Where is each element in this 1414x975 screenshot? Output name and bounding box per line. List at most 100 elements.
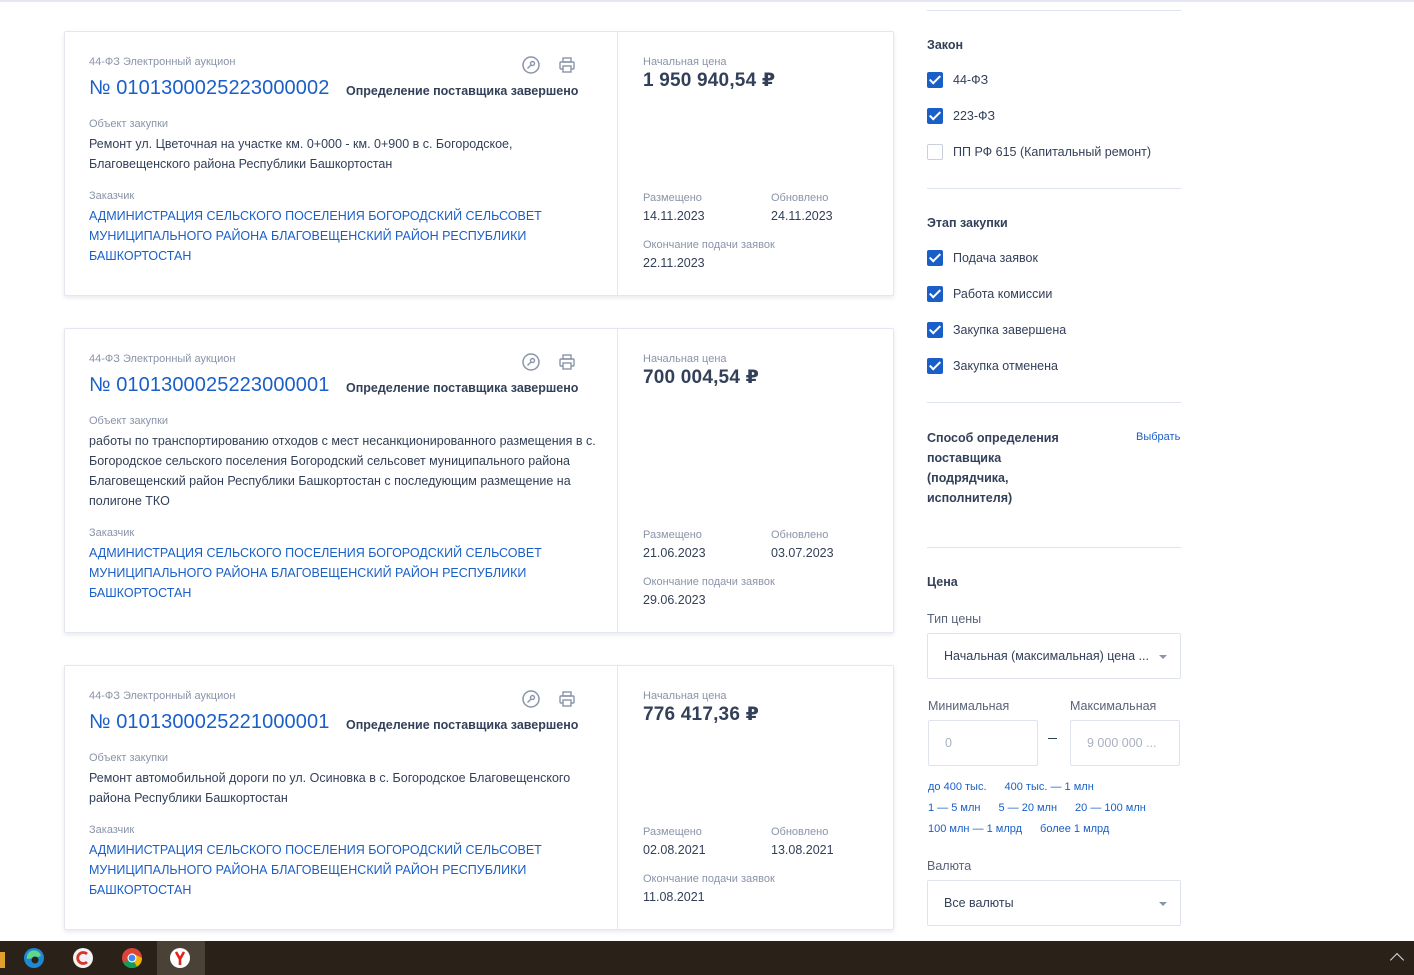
- checkbox-label: 44-ФЗ: [953, 73, 989, 87]
- updated-label: Обновлено: [771, 192, 829, 204]
- checkbox-label: Закупка отменена: [953, 359, 1058, 373]
- checkbox-checked[interactable]: [927, 250, 943, 266]
- price-chip[interactable]: 20 — 100 млн: [1075, 802, 1146, 814]
- select-value: Начальная (максимальная) цена ...: [944, 649, 1149, 663]
- min-price-input[interactable]: 0: [928, 720, 1038, 766]
- checkbox-label: ПП РФ 615 (Капитальный ремонт): [953, 145, 1152, 159]
- top-divider: [0, 0, 1414, 2]
- object-text: работы по транспортированию отходов с ме…: [89, 434, 596, 508]
- print-icon[interactable]: [558, 353, 576, 371]
- end-date: 22.11.2023: [643, 256, 705, 270]
- method-filter-title: Способ определения поставщика (подрядчик…: [927, 431, 1059, 505]
- checkbox-label: Закупка завершена: [953, 323, 1067, 337]
- card-aside: Начальная цена 1 950 940,54 ₽ Размещено 1…: [618, 32, 893, 295]
- object-label: Объект закупки: [89, 415, 169, 427]
- checkbox-checked[interactable]: [927, 286, 943, 302]
- price-chip[interactable]: до 400 тыс.: [928, 781, 987, 793]
- max-price-input[interactable]: 9 000 000 ...: [1070, 720, 1180, 766]
- price-chips-row: 1 — 5 млн 5 — 20 млн 20 — 100 млн: [928, 802, 1164, 814]
- object-label: Объект закупки: [89, 752, 169, 764]
- price-label: Начальная цена: [643, 690, 727, 702]
- currency-select[interactable]: Все валюты: [927, 880, 1181, 926]
- stage-checkbox-commission[interactable]: Работа комиссии: [927, 286, 1052, 302]
- stage-checkbox-applications[interactable]: Подача заявок: [927, 250, 1038, 266]
- print-icon[interactable]: [558, 56, 576, 74]
- price-chip[interactable]: 400 тыс. — 1 млн: [1005, 781, 1094, 793]
- updated-label: Обновлено: [771, 529, 829, 541]
- checkbox-checked[interactable]: [927, 322, 943, 338]
- price-chip[interactable]: 5 — 20 млн: [998, 802, 1057, 814]
- updated-date: 03.07.2023: [771, 546, 834, 560]
- end-label: Окончание подачи заявок: [643, 873, 775, 885]
- price-value: 776 417,36 ₽: [643, 704, 759, 725]
- customer-link[interactable]: АДМИНИСТРАЦИЯ СЕЛЬСКОГО ПОСЕЛЕНИЯ БОГОРО…: [89, 543, 559, 603]
- object-text: Ремонт ул. Цветочная на участке км. 0+00…: [89, 137, 513, 171]
- price-chip[interactable]: 1 — 5 млн: [928, 802, 980, 814]
- customer-link[interactable]: АДМИНИСТРАЦИЯ СЕЛЬСКОГО ПОСЕЛЕНИЯ БОГОРО…: [89, 840, 559, 900]
- checkbox-checked[interactable]: [927, 358, 943, 374]
- card-aside: Начальная цена 776 417,36 ₽ Размещено 02.…: [618, 666, 893, 929]
- price-value: 700 004,54 ₽: [643, 367, 759, 388]
- card-aside: Начальная цена 700 004,54 ₽ Размещено 21.…: [618, 329, 893, 632]
- placed-label: Размещено: [643, 826, 702, 838]
- edge-icon[interactable]: [23, 947, 45, 969]
- card-main: 44-ФЗ Электронный аукцион № 010130002522…: [65, 32, 618, 295]
- checkbox-unchecked[interactable]: [927, 144, 943, 160]
- method-choose-link[interactable]: Выбрать: [1136, 431, 1180, 443]
- price-chips-row: до 400 тыс. 400 тыс. — 1 млн: [928, 781, 1112, 793]
- price-type-label: Тип цены: [927, 612, 982, 626]
- object-text: Ремонт автомобильной дороги по ул. Осино…: [89, 771, 571, 805]
- price-label: Начальная цена: [643, 353, 727, 365]
- stage-checkbox-completed[interactable]: Закупка завершена: [927, 322, 1066, 338]
- checkbox-checked[interactable]: [927, 108, 943, 124]
- placed-label: Размещено: [643, 192, 702, 204]
- status-text: Определение поставщика завершено: [346, 84, 579, 98]
- os-taskbar: [0, 941, 1414, 975]
- range-dash: [1048, 738, 1057, 739]
- price-chip[interactable]: 100 млн — 1 млрд: [928, 823, 1022, 835]
- updated-date: 24.11.2023: [771, 209, 833, 223]
- chevron-down-icon: [1159, 655, 1167, 659]
- checkbox-checked[interactable]: [927, 72, 943, 88]
- checkbox-label: Работа комиссии: [953, 287, 1053, 301]
- yandex-browser-icon[interactable]: [169, 947, 191, 969]
- filter-divider: [927, 547, 1181, 548]
- purchase-card: 44-ФЗ Электронный аукцион № 010130002522…: [64, 31, 894, 296]
- price-value: 1 950 940,54 ₽: [643, 70, 776, 91]
- law-checkbox-44[interactable]: 44-ФЗ: [927, 72, 988, 88]
- card-actions: [522, 353, 576, 371]
- status-text: Определение поставщика завершено: [346, 381, 579, 395]
- stage-checkbox-cancelled[interactable]: Закупка отменена: [927, 358, 1058, 374]
- price-label: Начальная цена: [643, 56, 727, 68]
- chevron-down-icon: [1159, 902, 1167, 906]
- checkbox-label: Подача заявок: [953, 251, 1038, 265]
- filter-divider: [927, 10, 1181, 11]
- law-checkbox-223[interactable]: 223-ФЗ: [927, 108, 995, 124]
- dates-block: Размещено 14.11.2023 Обновлено 24.11.2023 …: [643, 192, 899, 270]
- chrome-icon[interactable]: [121, 947, 143, 969]
- filter-divider: [927, 402, 1181, 403]
- card-actions: [522, 690, 576, 708]
- card-main: 44-ФЗ Электронный аукцион № 010130002522…: [65, 329, 618, 632]
- customer-label: Заказчик: [89, 824, 135, 836]
- key-icon[interactable]: [522, 353, 540, 371]
- max-price-label: Максимальная: [1070, 699, 1157, 713]
- filter-divider: [927, 188, 1181, 189]
- customer-label: Заказчик: [89, 527, 135, 539]
- law-filter-title: Закон: [927, 38, 964, 52]
- price-chip[interactable]: более 1 млрд: [1040, 823, 1109, 835]
- price-filter-title: Цена: [927, 575, 958, 589]
- customer-link[interactable]: АДМИНИСТРАЦИЯ СЕЛЬСКОГО ПОСЕЛЕНИЯ БОГОРО…: [89, 206, 559, 266]
- updated-date: 13.08.2021: [771, 843, 834, 857]
- key-icon[interactable]: [522, 690, 540, 708]
- end-label: Окончание подачи заявок: [643, 239, 775, 251]
- print-icon[interactable]: [558, 690, 576, 708]
- ccleaner-icon[interactable]: [72, 947, 94, 969]
- price-type-select[interactable]: Начальная (максимальная) цена ...: [927, 633, 1181, 679]
- dates-block: Размещено 02.08.2021 Обновлено 13.08.2021 …: [643, 826, 899, 904]
- file-explorer-icon[interactable]: [0, 952, 5, 968]
- key-icon[interactable]: [522, 56, 540, 74]
- law-checkbox-615[interactable]: ПП РФ 615 (Капитальный ремонт): [927, 144, 1151, 160]
- select-value: Все валюты: [944, 896, 1014, 910]
- purchase-card: 44-ФЗ Электронный аукцион № 010130002522…: [64, 328, 894, 633]
